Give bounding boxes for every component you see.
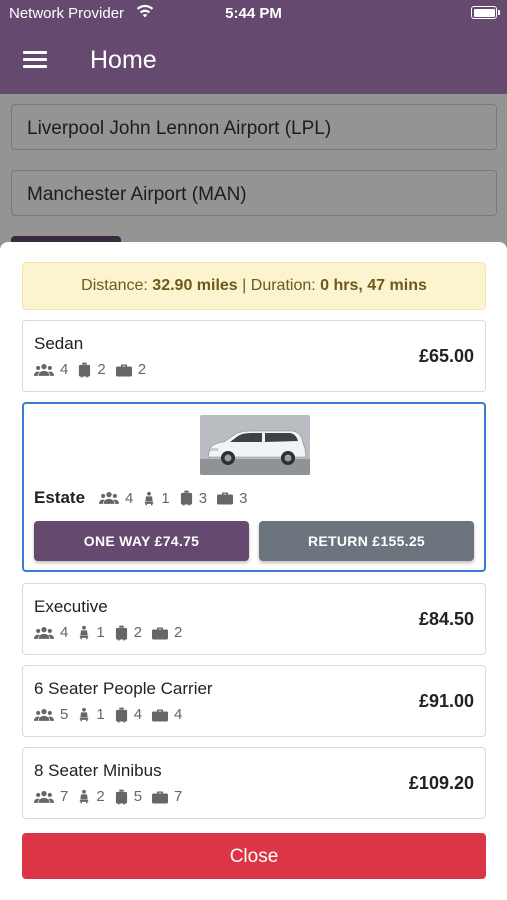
vehicle-name: Estate [34, 488, 86, 507]
vehicle-name: Sedan [34, 334, 84, 353]
passenger-count: 5 [60, 706, 69, 723]
briefcase-icon [152, 626, 168, 640]
passenger-capacity: 4 [34, 624, 68, 641]
child-seat-icon [78, 707, 90, 722]
vehicle-price: £109.20 [408, 773, 474, 793]
luggage-count: 5 [133, 788, 143, 805]
luggage-count: 2 [97, 361, 106, 378]
app-header: Network Provider 5:44 PM Home [0, 0, 507, 94]
passenger-capacity: 7 [34, 788, 68, 805]
luggage-icon [115, 707, 128, 723]
hand-luggage-count: 3 [239, 489, 248, 507]
passenger-count: 7 [60, 788, 69, 805]
passenger-count: 4 [125, 489, 134, 507]
vehicle-card-minibus[interactable]: 8 Seater Minibus 7 2 5 7 £109.20 [22, 747, 486, 819]
distance-label: Distance: [81, 277, 148, 294]
vehicle-name: 8 Seater Minibus [34, 761, 162, 780]
luggage-count: 4 [133, 706, 143, 723]
passengers-icon [34, 790, 54, 804]
vehicle-card-sedan[interactable]: Sedan 4 2 2 £65.00 [22, 320, 486, 392]
luggage-count: 3 [198, 489, 208, 507]
vehicle-card-people-carrier[interactable]: 6 Seater People Carrier 5 1 4 4 £91.00 [22, 665, 486, 737]
hand-luggage-count: 7 [174, 788, 183, 805]
briefcase-icon [116, 363, 132, 377]
child-seat-count: 1 [96, 624, 105, 641]
child-seat-capacity: 1 [78, 624, 105, 641]
child-seat-icon [143, 491, 155, 506]
luggage-icon [115, 625, 128, 641]
child-seat-count: 2 [96, 788, 105, 805]
vehicle-name: Executive [34, 597, 108, 616]
vehicle-card-estate[interactable]: Estate 4 1 3 3 ONE WAY £74.75 RETURN £15… [22, 402, 486, 572]
return-button[interactable]: RETURN £155.25 [259, 521, 474, 561]
estate-car-image [200, 415, 310, 475]
vehicle-features: Estate 4 1 3 3 [34, 488, 257, 508]
duration-value: 0 hrs, 47 mins [320, 277, 427, 294]
child-seat-count: 1 [96, 706, 105, 723]
passenger-capacity: 5 [34, 706, 68, 723]
page-title: Home [90, 46, 157, 74]
child-seat-capacity: 2 [78, 788, 105, 805]
hand-luggage-count: 2 [174, 624, 183, 641]
luggage-capacity: 2 [115, 624, 142, 641]
hand-luggage-capacity: 7 [152, 788, 182, 805]
duration-label: Duration: [250, 277, 316, 294]
vehicle-features: 4 1 2 2 [34, 624, 192, 641]
child-seat-icon [78, 789, 90, 804]
vehicle-price: £91.00 [418, 691, 474, 711]
status-time: 5:44 PM [225, 5, 282, 22]
one-way-button[interactable]: ONE WAY £74.75 [34, 521, 249, 561]
passengers-icon [34, 708, 54, 722]
status-bar: Network Provider 5:44 PM [0, 0, 507, 28]
vehicle-selection-sheet: Distance: 32.90 miles | Duration: 0 hrs,… [0, 242, 507, 900]
luggage-capacity: 2 [78, 361, 106, 378]
child-seat-capacity: 1 [143, 489, 170, 507]
luggage-capacity: 5 [115, 788, 142, 805]
vehicle-card-executive[interactable]: Executive 4 1 2 2 £84.50 [22, 583, 486, 655]
luggage-count: 2 [133, 624, 143, 641]
briefcase-icon [217, 491, 233, 505]
child-seat-icon [78, 625, 90, 640]
child-seat-capacity: 1 [78, 706, 105, 723]
vehicle-features: 4 2 2 [34, 361, 156, 378]
child-seat-count: 1 [161, 489, 170, 507]
trip-summary-banner: Distance: 32.90 miles | Duration: 0 hrs,… [22, 262, 486, 310]
passengers-icon [34, 626, 54, 640]
hand-luggage-count: 2 [137, 361, 147, 378]
luggage-icon [115, 789, 128, 805]
hamburger-menu-icon[interactable] [23, 51, 47, 69]
vehicle-features: 7 2 5 7 [34, 788, 192, 805]
passengers-icon [99, 491, 119, 505]
vehicle-features: 5 1 4 4 [34, 706, 192, 723]
hand-luggage-capacity: 2 [116, 361, 146, 378]
luggage-capacity: 4 [115, 706, 142, 723]
luggage-icon [180, 490, 193, 506]
summary-separator: | [242, 277, 247, 294]
passengers-icon [34, 363, 54, 377]
battery-icon [471, 6, 500, 19]
hand-luggage-capacity: 3 [217, 490, 247, 507]
passenger-count: 4 [60, 624, 69, 641]
close-button[interactable]: Close [22, 833, 486, 879]
hand-luggage-count: 4 [174, 706, 183, 723]
luggage-icon [78, 362, 91, 378]
hand-luggage-capacity: 4 [152, 706, 182, 723]
passenger-capacity: 4 [34, 361, 68, 378]
car-icon [200, 415, 310, 475]
passenger-count: 4 [60, 361, 69, 378]
luggage-capacity: 3 [180, 490, 207, 507]
vehicle-price: £65.00 [418, 346, 474, 366]
briefcase-icon [152, 790, 168, 804]
vehicle-name: 6 Seater People Carrier [34, 679, 213, 698]
hand-luggage-capacity: 2 [152, 624, 182, 641]
distance-value: 32.90 miles [152, 277, 238, 294]
passenger-capacity: 4 [99, 490, 133, 507]
vehicle-price: £84.50 [418, 609, 474, 629]
briefcase-icon [152, 708, 168, 722]
